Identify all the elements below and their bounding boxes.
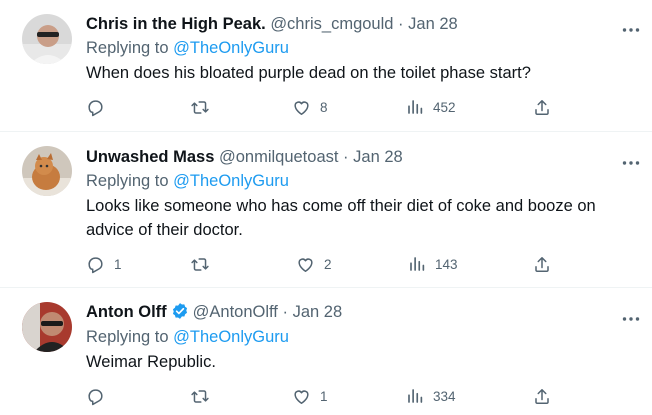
avatar[interactable]	[22, 146, 72, 196]
tweet-date[interactable]: Jan 28	[293, 303, 343, 321]
replying-to-label: Replying to	[86, 328, 169, 346]
separator-dot: ·	[398, 15, 404, 33]
replying-to-label: Replying to	[86, 39, 169, 57]
like-button[interactable]: 8	[292, 97, 328, 117]
views-icon	[406, 98, 424, 116]
retweet-icon	[190, 98, 210, 117]
reply-button[interactable]: 1	[86, 254, 122, 274]
share-icon	[533, 387, 551, 406]
tweet-text: Weimar Republic.	[86, 353, 216, 371]
like-icon	[292, 98, 311, 117]
author-handle[interactable]: @AntonOlff	[193, 303, 278, 321]
mention-link[interactable]: @TheOnlyGuru	[173, 39, 289, 57]
verified-badge-icon	[171, 302, 189, 326]
views-button[interactable]: 334	[406, 386, 456, 406]
reply-icon	[86, 387, 105, 406]
retweet-icon	[190, 255, 210, 274]
more-icon[interactable]	[622, 309, 640, 321]
views-count: 334	[433, 388, 456, 404]
reply-icon	[86, 98, 105, 117]
like-count: 1	[320, 388, 328, 404]
mention-link[interactable]: @TheOnlyGuru	[173, 172, 289, 190]
tweet-text: Looks like someone who has come off thei…	[86, 197, 596, 239]
author-handle[interactable]: @onmilquetoast	[219, 148, 338, 166]
more-icon[interactable]	[622, 20, 640, 32]
share-icon	[533, 255, 551, 274]
views-button[interactable]: 143	[408, 254, 458, 274]
tweet-date[interactable]: Jan 28	[353, 148, 403, 166]
replying-to-label: Replying to	[86, 172, 169, 190]
reply-button[interactable]	[86, 386, 114, 406]
retweet-button[interactable]	[190, 97, 219, 117]
share-icon	[533, 98, 551, 117]
views-count: 452	[433, 99, 456, 115]
author-name[interactable]: Chris in the High Peak.	[86, 15, 266, 33]
reply-icon	[86, 255, 105, 274]
share-button[interactable]	[533, 254, 551, 274]
tweet-header: Unwashed Mass @onmilquetoast · Jan 28	[86, 146, 403, 168]
avatar[interactable]	[22, 302, 72, 352]
views-button[interactable]: 452	[406, 97, 456, 117]
author-name[interactable]: Unwashed Mass	[86, 148, 214, 166]
action-bar: 1 334	[86, 386, 566, 406]
replying-to: Replying to @TheOnlyGuru	[86, 326, 289, 348]
tweet-text: When does his bloated purple dead on the…	[86, 64, 531, 82]
tweet[interactable]: Anton Olff @AntonOlff · Jan 28 Replying t…	[0, 288, 652, 415]
action-bar: 8 452	[86, 97, 566, 117]
mention-link[interactable]: @TheOnlyGuru	[173, 328, 289, 346]
action-bar: 1 2 143	[86, 254, 566, 274]
like-count: 8	[320, 99, 328, 115]
retweet-button[interactable]	[190, 386, 219, 406]
tweet-header: Chris in the High Peak. @chris_cmgould ·…	[86, 13, 458, 35]
retweet-icon	[190, 387, 210, 406]
tweet-header: Anton Olff @AntonOlff · Jan 28	[86, 301, 342, 326]
author-handle[interactable]: @chris_cmgould	[270, 15, 393, 33]
share-button[interactable]	[533, 97, 551, 117]
author-name[interactable]: Anton Olff	[86, 303, 167, 321]
retweet-button[interactable]	[190, 254, 219, 274]
tweet[interactable]: Unwashed Mass @onmilquetoast · Jan 28 Re…	[0, 132, 652, 287]
views-icon	[408, 255, 426, 273]
tweet-date[interactable]: Jan 28	[408, 15, 458, 33]
replying-to: Replying to @TheOnlyGuru	[86, 170, 289, 192]
share-button[interactable]	[533, 386, 551, 406]
more-icon[interactable]	[622, 153, 640, 165]
separator-dot: ·	[282, 303, 288, 321]
tweet[interactable]: Chris in the High Peak. @chris_cmgould ·…	[0, 0, 652, 131]
like-icon	[292, 387, 311, 406]
like-button[interactable]: 1	[292, 386, 328, 406]
replying-to: Replying to @TheOnlyGuru	[86, 37, 289, 59]
separator-dot: ·	[343, 148, 349, 166]
reply-count: 1	[114, 256, 122, 272]
like-button[interactable]: 2	[296, 254, 332, 274]
like-count: 2	[324, 256, 332, 272]
views-icon	[406, 387, 424, 405]
reply-button[interactable]	[86, 97, 114, 117]
avatar[interactable]	[22, 14, 72, 64]
views-count: 143	[435, 256, 458, 272]
like-icon	[296, 255, 315, 274]
